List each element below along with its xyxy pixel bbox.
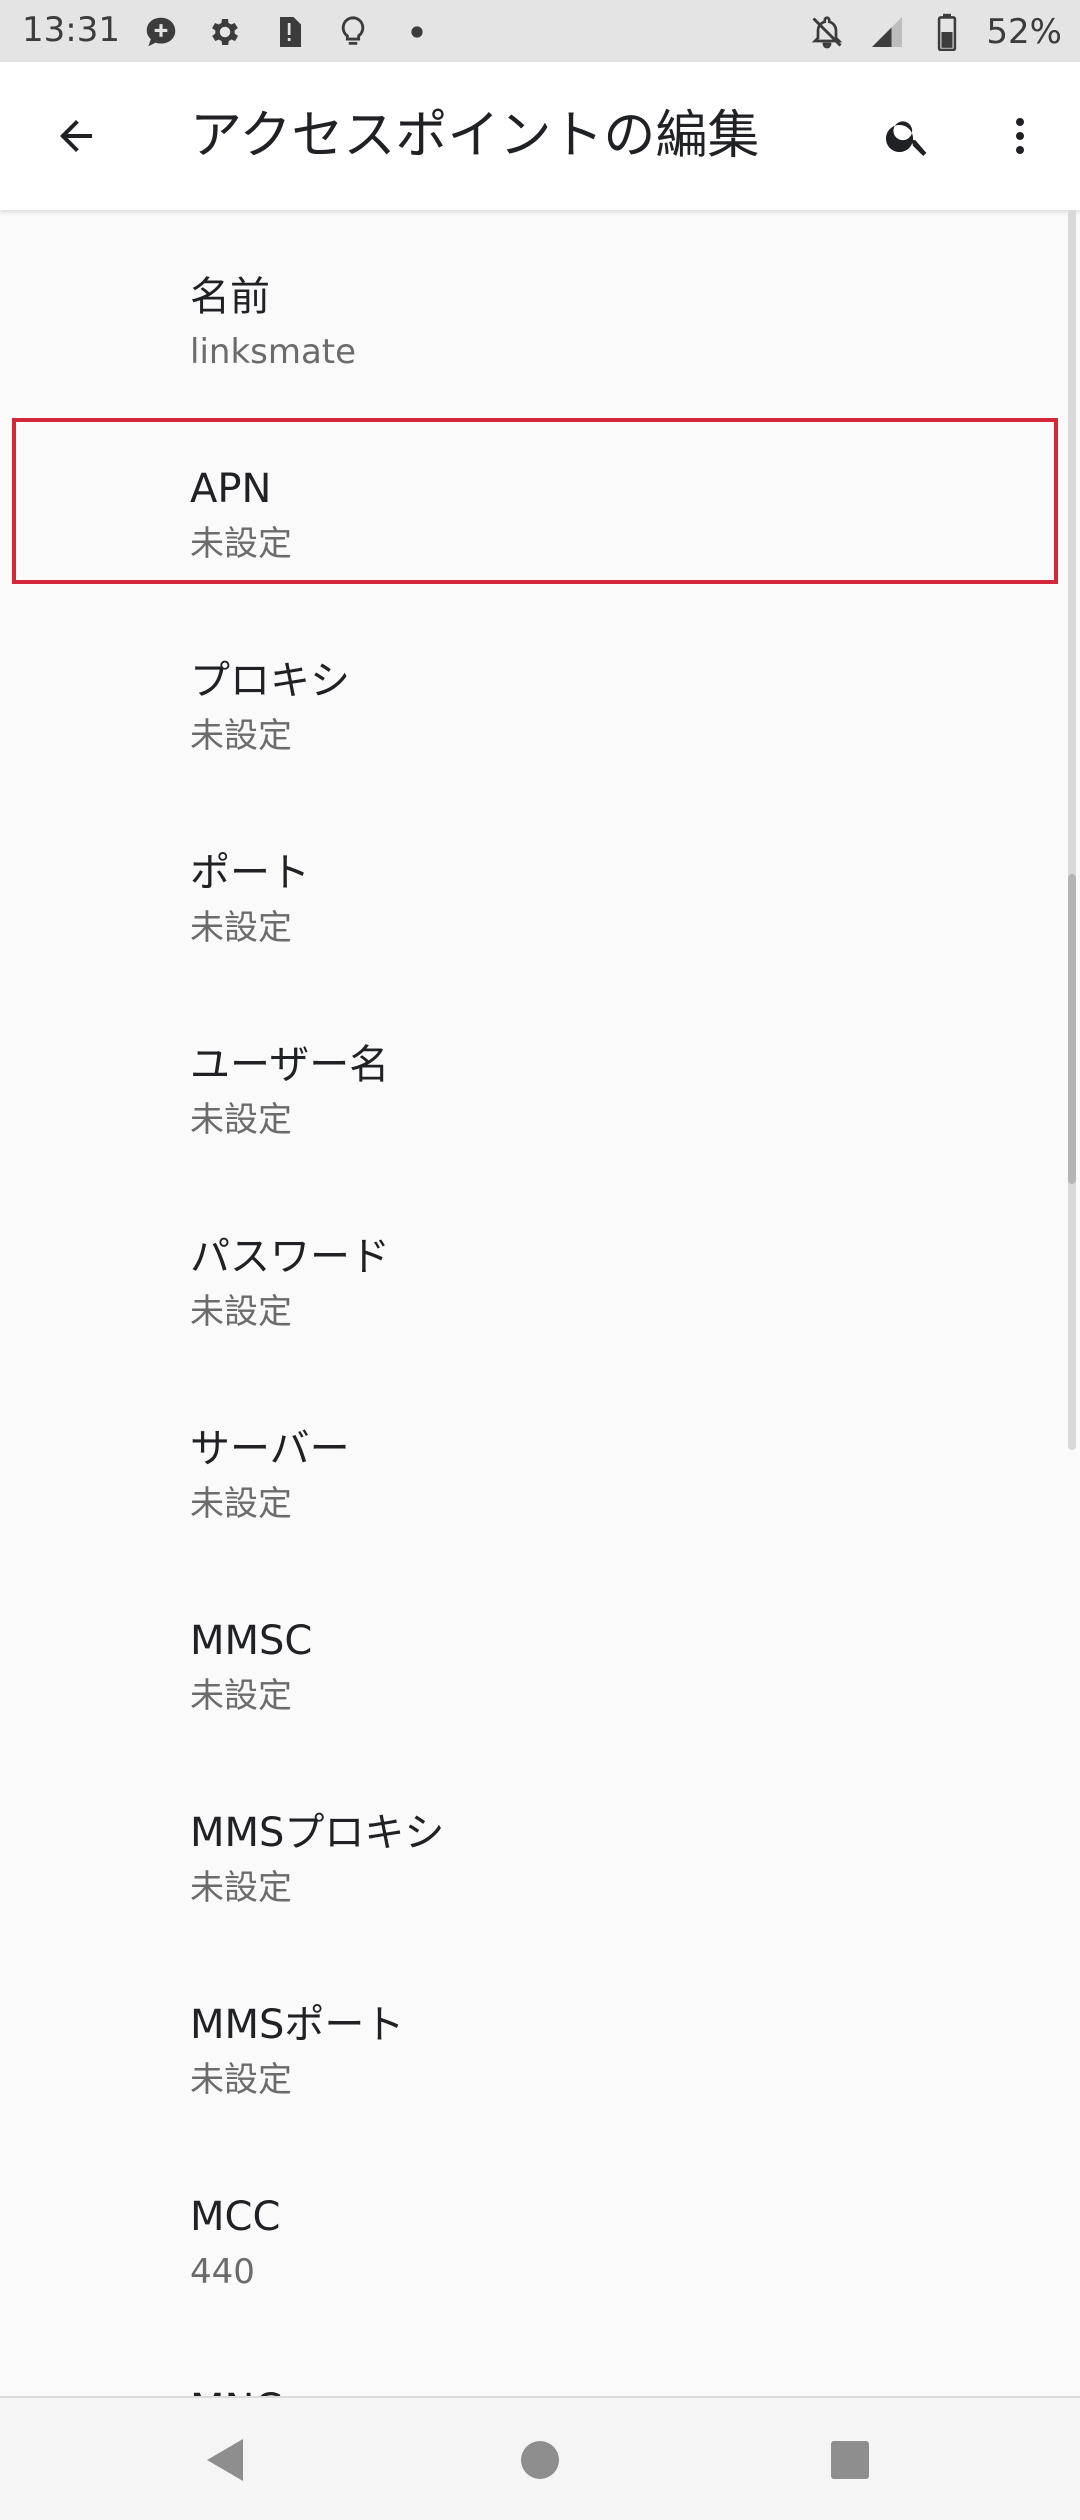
list-item-mmsc[interactable]: MMSC 未設定 [0, 1570, 1066, 1762]
item-title: ユーザー名 [190, 1042, 390, 1088]
item-title: パスワード [190, 1234, 390, 1280]
battery-percent: 52% [986, 12, 1062, 52]
item-title: MNC [190, 2384, 282, 2396]
item-title: MMSC [190, 1618, 313, 1664]
nav-home-icon [521, 2441, 559, 2479]
battery-icon [926, 11, 968, 53]
scrollbar[interactable] [1068, 210, 1076, 1450]
gear-icon [204, 11, 246, 53]
item-title: MMSプロキシ [190, 1810, 445, 1856]
more-vert-icon [1016, 118, 1024, 154]
dot-icon [396, 11, 438, 53]
nav-recents-button[interactable] [810, 2420, 890, 2500]
item-value: 未設定 [190, 1484, 292, 1524]
notifications-off-icon [806, 11, 848, 53]
list-item-password[interactable]: パスワード 未設定 [0, 1186, 1066, 1378]
list-item-mms-proxy[interactable]: MMSプロキシ 未設定 [0, 1762, 1066, 1954]
chat-plus-icon [140, 11, 182, 53]
item-value: 未設定 [190, 1676, 292, 1716]
item-value: 未設定 [190, 1868, 292, 1908]
item-title: APN [190, 466, 272, 512]
item-value: 未設定 [190, 524, 292, 564]
list-item-apn[interactable]: APN 未設定 [0, 418, 1066, 610]
search-button[interactable] [874, 102, 942, 170]
item-title: 名前 [190, 274, 270, 320]
item-title: サーバー [190, 1426, 350, 1472]
item-title: MMSポート [190, 2002, 405, 2048]
item-value: 440 [190, 2252, 255, 2292]
app-bar: アクセスポイントの編集 [0, 62, 1080, 210]
apn-settings-list: 名前 linksmate APN 未設定 プロキシ 未設定 ポート 未設定 ユー… [0, 210, 1080, 2396]
navigation-bar [0, 2396, 1080, 2520]
nav-home-button[interactable] [500, 2420, 580, 2500]
back-button[interactable] [42, 102, 110, 170]
page-title: アクセスポイントの編集 [190, 106, 760, 166]
lightbulb-icon [332, 11, 374, 53]
item-value: 未設定 [190, 908, 292, 948]
more-options-button[interactable] [986, 102, 1054, 170]
search-icon [885, 121, 927, 156]
list-item-mcc[interactable]: MCC 440 [0, 2146, 1066, 2338]
list-item-mnc[interactable]: MNC 10 [0, 2338, 1066, 2396]
nav-recents-icon [831, 2441, 869, 2479]
status-bar: 13:31 52% [0, 0, 1080, 62]
arrow-back-icon [60, 120, 92, 152]
item-value: 未設定 [190, 1292, 292, 1332]
nav-back-button[interactable] [184, 2420, 264, 2500]
nav-back-icon [207, 2439, 243, 2481]
list-item-port[interactable]: ポート 未設定 [0, 802, 1066, 994]
list-item-server[interactable]: サーバー 未設定 [0, 1378, 1066, 1570]
list-item-mms-port[interactable]: MMSポート 未設定 [0, 1954, 1066, 2146]
item-value: 未設定 [190, 716, 292, 756]
scrollbar-thumb[interactable] [1068, 874, 1076, 1184]
list-item-proxy[interactable]: プロキシ 未設定 [0, 610, 1066, 802]
list-item-name[interactable]: 名前 linksmate [0, 226, 1066, 418]
status-time: 13:31 [22, 10, 120, 50]
list-item-username[interactable]: ユーザー名 未設定 [0, 994, 1066, 1186]
item-title: プロキシ [190, 658, 350, 704]
item-title: MCC [190, 2194, 281, 2240]
sim-alert-icon [268, 11, 310, 53]
item-value: 未設定 [190, 2060, 292, 2100]
signal-icon [866, 11, 908, 53]
item-value: linksmate [190, 332, 357, 372]
item-title: ポート [190, 850, 310, 896]
item-value: 未設定 [190, 1100, 292, 1140]
